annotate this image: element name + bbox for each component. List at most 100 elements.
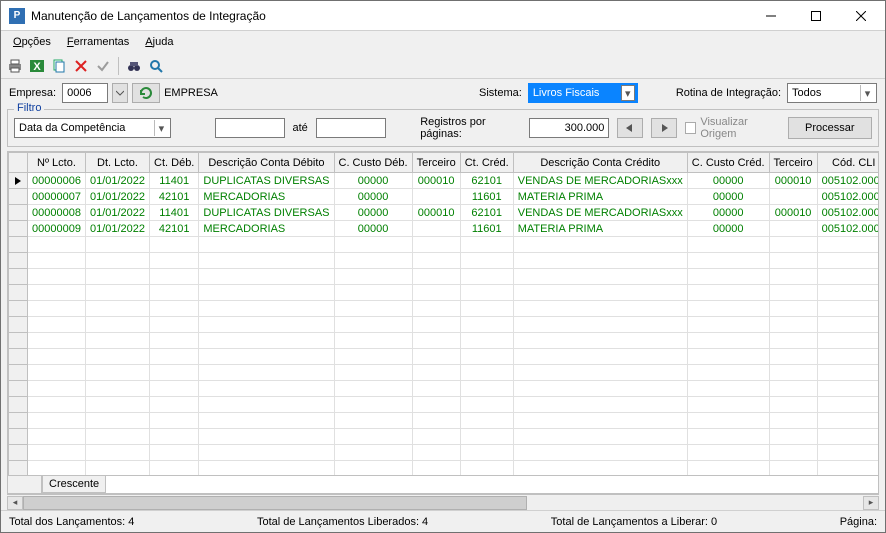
chevron-down-icon: ▾ [154, 120, 168, 136]
row-indicator [9, 221, 28, 237]
column-header[interactable]: C. Custo Créd. [687, 153, 769, 173]
column-header[interactable]: Nº Lcto. [28, 153, 86, 173]
export-excel-button[interactable]: X [27, 56, 47, 76]
table-row[interactable]: 0000000801/01/202211401DUPLICATAS DIVERS… [9, 205, 879, 221]
grid-scroll[interactable]: Nº Lcto.Dt. Lcto.Ct. Déb.Descrição Conta… [8, 152, 878, 475]
checkbox-box-icon [685, 122, 696, 134]
print-button[interactable] [5, 56, 25, 76]
sort-crescente-cell[interactable]: Crescente [42, 476, 106, 493]
cell-cli[interactable]: 005102.0001 [817, 173, 878, 189]
cell-descdeb[interactable]: DUPLICATAS DIVERSAS [199, 205, 334, 221]
processar-button[interactable]: Processar [788, 117, 873, 139]
delete-button[interactable] [71, 56, 91, 76]
cell-cccred[interactable]: 00000 [687, 173, 769, 189]
column-header[interactable]: Ct. Déb. [150, 153, 199, 173]
copy-button[interactable] [49, 56, 69, 76]
cell-n[interactable]: 00000009 [28, 221, 86, 237]
close-button[interactable] [838, 2, 883, 30]
rotina-combo[interactable]: Todos ▾ [787, 83, 877, 103]
cell-cli[interactable]: 005102.0001 [817, 189, 878, 205]
search-button[interactable] [146, 56, 166, 76]
cell-dt[interactable]: 01/01/2022 [85, 221, 149, 237]
cell-terc1[interactable]: 000010 [412, 205, 460, 221]
cell-dt[interactable]: 01/01/2022 [85, 205, 149, 221]
visualizar-origem-checkbox[interactable]: Visualizar Origem [685, 116, 779, 140]
empresa-combo[interactable]: 0006 [62, 83, 108, 103]
column-header[interactable]: Dt. Lcto. [85, 153, 149, 173]
cell-desccred[interactable]: MATERIA PRIMA [513, 189, 687, 205]
cell-terc2[interactable] [769, 221, 817, 237]
cell-ctdeb[interactable]: 42101 [150, 189, 199, 205]
cell-descdeb[interactable]: DUPLICATAS DIVERSAS [199, 173, 334, 189]
maximize-button[interactable] [793, 2, 838, 30]
cell-cli[interactable]: 005102.0001 [817, 205, 878, 221]
cell-cccred[interactable]: 00000 [687, 205, 769, 221]
table-row[interactable]: 0000000601/01/202211401DUPLICATAS DIVERS… [9, 173, 879, 189]
column-header[interactable]: Descrição Conta Débito [199, 153, 334, 173]
scroll-left-button[interactable]: ◂ [7, 496, 23, 510]
cell-terc2[interactable] [769, 189, 817, 205]
cell-cccred[interactable]: 00000 [687, 221, 769, 237]
titlebar: P Manutenção de Lançamentos de Integraçã… [1, 1, 885, 31]
cell-ctcred[interactable]: 62101 [460, 173, 513, 189]
confirm-button[interactable] [93, 56, 113, 76]
toolbar-separator [118, 57, 119, 75]
cell-terc2[interactable]: 000010 [769, 205, 817, 221]
horizontal-scrollbar[interactable]: ◂ ▸ [7, 494, 879, 510]
column-header[interactable]: Cód. CLI [817, 153, 878, 173]
column-header[interactable]: Ct. Créd. [460, 153, 513, 173]
cell-terc2[interactable]: 000010 [769, 173, 817, 189]
page-prev-button[interactable] [617, 118, 643, 138]
column-header[interactable]: Descrição Conta Crédito [513, 153, 687, 173]
menu-opcoes[interactable]: Opções [5, 34, 59, 50]
scroll-right-button[interactable]: ▸ [863, 496, 879, 510]
table-row[interactable]: 0000000701/01/202242101MERCADORIAS000001… [9, 189, 879, 205]
empresa-refresh-button[interactable] [132, 83, 160, 103]
table-row[interactable]: 0000000901/01/202242101MERCADORIAS000001… [9, 221, 879, 237]
menu-ajuda[interactable]: Ajuda [137, 34, 181, 50]
cell-dt[interactable]: 01/01/2022 [85, 173, 149, 189]
cell-ctcred[interactable]: 11601 [460, 189, 513, 205]
filtro-data-ate[interactable] [316, 118, 386, 138]
column-header[interactable]: Terceiro [769, 153, 817, 173]
minimize-button[interactable] [748, 2, 793, 30]
cell-ccdeb[interactable]: 00000 [334, 173, 412, 189]
row-indicator [9, 189, 28, 205]
cell-terc1[interactable]: 000010 [412, 173, 460, 189]
cell-cccred[interactable]: 00000 [687, 189, 769, 205]
menu-ferramentas[interactable]: Ferramentas [59, 34, 137, 50]
cell-terc1[interactable] [412, 221, 460, 237]
registros-input[interactable] [529, 118, 609, 138]
cell-n[interactable]: 00000007 [28, 189, 86, 205]
cell-terc1[interactable] [412, 189, 460, 205]
grid: Nº Lcto.Dt. Lcto.Ct. Déb.Descrição Conta… [7, 151, 879, 494]
cell-desccred[interactable]: VENDAS DE MERCADORIASxxx [513, 173, 687, 189]
rotina-value: Todos [792, 87, 858, 99]
column-header[interactable]: Terceiro [412, 153, 460, 173]
cell-ccdeb[interactable]: 00000 [334, 205, 412, 221]
cell-ctcred[interactable]: 11601 [460, 221, 513, 237]
cell-ccdeb[interactable]: 00000 [334, 189, 412, 205]
filtro-data-de[interactable] [215, 118, 285, 138]
cell-cli[interactable]: 005102.0001 [817, 221, 878, 237]
cell-descdeb[interactable]: MERCADORIAS [199, 189, 334, 205]
cell-ctdeb[interactable]: 11401 [150, 205, 199, 221]
cell-n[interactable]: 00000008 [28, 205, 86, 221]
sistema-combo[interactable]: Livros Fiscais ▾ [528, 83, 638, 103]
page-next-button[interactable] [651, 118, 677, 138]
cell-ccdeb[interactable]: 00000 [334, 221, 412, 237]
scroll-thumb[interactable] [23, 496, 527, 510]
find-button[interactable] [124, 56, 144, 76]
empresa-dropdown-button[interactable] [112, 83, 128, 103]
cell-ctcred[interactable]: 62101 [460, 205, 513, 221]
cell-ctdeb[interactable]: 11401 [150, 173, 199, 189]
cell-desccred[interactable]: MATERIA PRIMA [513, 221, 687, 237]
cell-descdeb[interactable]: MERCADORIAS [199, 221, 334, 237]
column-header[interactable]: C. Custo Déb. [334, 153, 412, 173]
cell-n[interactable]: 00000006 [28, 173, 86, 189]
cell-desccred[interactable]: VENDAS DE MERCADORIASxxx [513, 205, 687, 221]
scroll-track[interactable] [23, 496, 863, 510]
cell-ctdeb[interactable]: 42101 [150, 221, 199, 237]
filtro-tipo-combo[interactable]: Data da Competência ▾ [14, 118, 171, 138]
cell-dt[interactable]: 01/01/2022 [85, 189, 149, 205]
